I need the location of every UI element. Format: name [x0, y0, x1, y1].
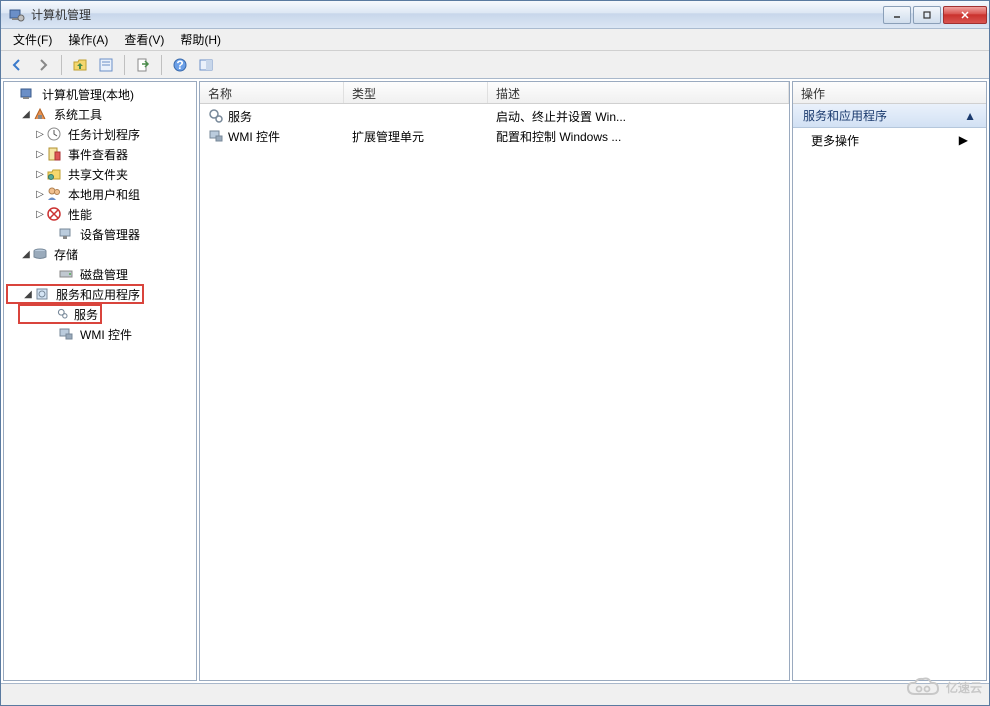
close-button[interactable]: [943, 6, 987, 24]
menu-action[interactable]: 操作(A): [60, 29, 116, 50]
action-title: 操作: [793, 82, 986, 104]
show-hide-button[interactable]: [194, 53, 218, 77]
titlebar[interactable]: 计算机管理: [1, 1, 989, 29]
tree-sys-tools[interactable]: ◢系统工具: [6, 104, 194, 124]
tree-svcapp[interactable]: ◢服务和应用程序: [6, 284, 144, 304]
list-header: 名称 类型 描述: [200, 82, 789, 104]
tree-pane[interactable]: 计算机管理(本地) ◢系统工具 ▷任务计划程序 ▷事件查看器 ▷共享文件夹 ▷本…: [3, 81, 197, 681]
tree-perf[interactable]: ▷性能: [6, 204, 194, 224]
app-icon: [9, 7, 25, 23]
tree-task[interactable]: ▷任务计划程序: [6, 124, 194, 144]
properties-button[interactable]: [94, 53, 118, 77]
tree-share[interactable]: ▷共享文件夹: [6, 164, 194, 184]
menubar: 文件(F) 操作(A) 查看(V) 帮助(H): [1, 29, 989, 51]
svg-text:?: ?: [176, 58, 183, 72]
col-desc[interactable]: 描述: [488, 82, 789, 103]
statusbar: [1, 683, 989, 705]
list-body[interactable]: 服务 启动、终止并设置 Win... WMI 控件 扩展管理单元 配置和控制 W…: [200, 104, 789, 680]
tree-disk[interactable]: 磁盘管理: [6, 264, 194, 284]
maximize-button[interactable]: [913, 6, 941, 24]
tree-event[interactable]: ▷事件查看器: [6, 144, 194, 164]
action-pane: 操作 服务和应用程序 ▲ 更多操作 ▶: [792, 81, 987, 681]
tree-svc[interactable]: 服务: [18, 304, 102, 324]
tree-root[interactable]: 计算机管理(本地): [6, 84, 194, 104]
list-pane: 名称 类型 描述 服务 启动、终止并设置 Win... WMI 控件 扩展管理单…: [199, 81, 790, 681]
app-window: 计算机管理 文件(F) 操作(A) 查看(V) 帮助(H) ? 计算机管理(本地…: [0, 0, 990, 706]
chevron-right-icon: ▶: [959, 133, 968, 147]
action-more[interactable]: 更多操作 ▶: [793, 128, 986, 152]
menu-file[interactable]: 文件(F): [5, 29, 60, 50]
minimize-button[interactable]: [883, 6, 911, 24]
action-group[interactable]: 服务和应用程序 ▲: [793, 104, 986, 128]
list-row[interactable]: WMI 控件 扩展管理单元 配置和控制 Windows ...: [200, 126, 789, 146]
forward-button[interactable]: [31, 53, 55, 77]
collapse-icon: ▲: [964, 109, 976, 123]
help-button[interactable]: ?: [168, 53, 192, 77]
menu-view[interactable]: 查看(V): [116, 29, 172, 50]
tree-storage[interactable]: ◢存储: [6, 244, 194, 264]
menu-help[interactable]: 帮助(H): [172, 29, 229, 50]
window-title: 计算机管理: [31, 6, 883, 23]
col-type[interactable]: 类型: [344, 82, 488, 103]
tree-devmgr[interactable]: 设备管理器: [6, 224, 194, 244]
back-button[interactable]: [5, 53, 29, 77]
watermark: 亿速云: [906, 676, 982, 698]
col-name[interactable]: 名称: [200, 82, 344, 103]
tree-users[interactable]: ▷本地用户和组: [6, 184, 194, 204]
toolbar: ?: [1, 51, 989, 79]
up-folder-button[interactable]: [68, 53, 92, 77]
tree-wmi[interactable]: WMI 控件: [18, 324, 194, 344]
list-row[interactable]: 服务 启动、终止并设置 Win...: [200, 106, 789, 126]
content: 计算机管理(本地) ◢系统工具 ▷任务计划程序 ▷事件查看器 ▷共享文件夹 ▷本…: [1, 79, 989, 683]
export-button[interactable]: [131, 53, 155, 77]
